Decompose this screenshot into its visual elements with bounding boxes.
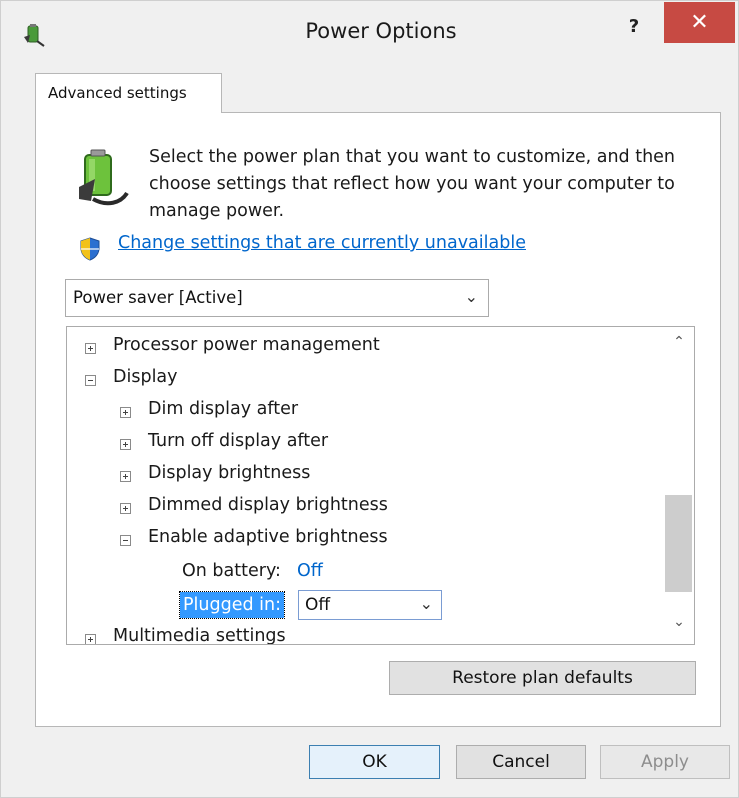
close-button[interactable]: ✕ bbox=[664, 2, 735, 43]
uac-shield-icon bbox=[80, 237, 100, 261]
power-plan-value: Power saver [Active] bbox=[73, 288, 243, 307]
plugged-in-select[interactable]: Off ⌄ bbox=[298, 590, 442, 620]
plugged-in-label: Plugged in: bbox=[178, 591, 286, 619]
settings-tree[interactable]: Processor power management Display Dim d… bbox=[66, 326, 695, 645]
tree-node-label: Display brightness bbox=[148, 463, 311, 483]
change-settings-link[interactable]: Change settings that are currently unava… bbox=[118, 233, 526, 253]
chevron-down-icon: ⌄ bbox=[464, 287, 478, 306]
on-battery-value[interactable]: Off bbox=[297, 561, 323, 581]
tab-advanced-settings[interactable]: Advanced settings bbox=[35, 73, 222, 113]
expand-icon[interactable] bbox=[120, 471, 131, 482]
title-bar: Power Options ? ✕ bbox=[1, 1, 738, 71]
help-button[interactable]: ? bbox=[617, 15, 651, 41]
apply-button[interactable]: Apply bbox=[600, 745, 730, 779]
scroll-down-icon[interactable]: ⌄ bbox=[664, 614, 694, 638]
power-options-window: Power Options ? ✕ Advanced settings Sele… bbox=[0, 0, 739, 798]
battery-plug-icon bbox=[79, 149, 129, 206]
tab-label: Advanced settings bbox=[48, 84, 187, 102]
collapse-icon[interactable] bbox=[85, 375, 96, 386]
expand-icon[interactable] bbox=[85, 343, 96, 354]
expand-icon[interactable] bbox=[85, 634, 96, 644]
expand-icon[interactable] bbox=[120, 439, 131, 450]
description-text: Select the power plan that you want to c… bbox=[149, 147, 676, 221]
expand-icon[interactable] bbox=[120, 407, 131, 418]
collapse-icon[interactable] bbox=[120, 535, 131, 546]
tree-node-label: Turn off display after bbox=[148, 431, 329, 451]
scroll-thumb[interactable] bbox=[665, 495, 692, 592]
power-plan-select[interactable]: Power saver [Active] ⌄ bbox=[65, 279, 489, 317]
tree-node-label: Display bbox=[113, 367, 178, 387]
expand-icon[interactable] bbox=[120, 503, 131, 514]
tree-node-label: Multimedia settings bbox=[113, 626, 286, 645]
on-battery-label: On battery: bbox=[182, 561, 281, 581]
restore-defaults-button[interactable]: Restore plan defaults bbox=[389, 661, 696, 695]
ok-button[interactable]: OK bbox=[309, 745, 440, 779]
plugged-in-value: Off bbox=[305, 595, 331, 615]
tree-node-label: Enable adaptive brightness bbox=[148, 527, 388, 547]
tree-node-label: Dim display after bbox=[148, 399, 299, 419]
tree-node-label: Processor power management bbox=[113, 335, 380, 355]
tree-node-label: Dimmed display brightness bbox=[148, 495, 388, 515]
cancel-button[interactable]: Cancel bbox=[456, 745, 586, 779]
scroll-up-icon[interactable]: ⌃ bbox=[664, 334, 694, 358]
tree-scrollbar[interactable]: ⌃ ⌄ bbox=[664, 328, 694, 643]
chevron-down-icon: ⌄ bbox=[419, 594, 433, 613]
